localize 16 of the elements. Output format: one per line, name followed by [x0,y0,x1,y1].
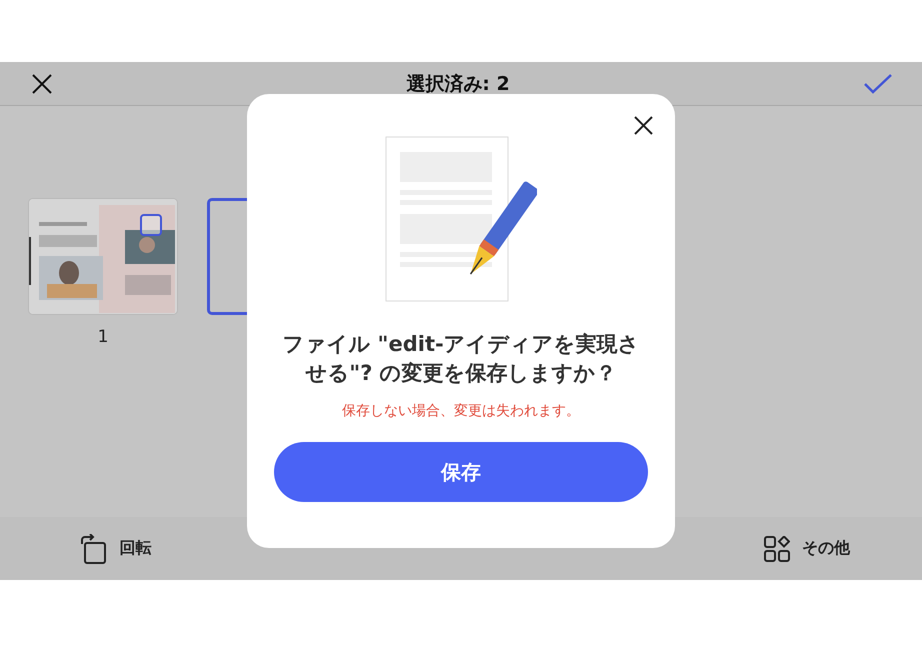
dialog-title: ファイル "edit-アイディアを実現させる"? の変更を保存しますか？ [281,331,641,387]
rotate-icon [79,534,108,564]
check-icon [864,74,892,94]
page-checkbox[interactable] [140,214,162,236]
close-button[interactable] [32,74,52,94]
toolbar-button[interactable]: 回転 [0,532,230,564]
warning-text: 保存しない場合、変更は失われます。 [342,402,580,420]
toolbar-button[interactable]: その他 [692,534,922,562]
header-title: 選択済み: 2 [406,72,510,96]
close-icon [32,74,52,94]
page-number: 1 [98,327,108,347]
confirm-button[interactable] [864,74,892,94]
close-button[interactable] [634,116,653,135]
apps-icon [764,536,790,562]
close-icon [634,116,653,135]
save-button[interactable]: 保存 [274,442,648,502]
